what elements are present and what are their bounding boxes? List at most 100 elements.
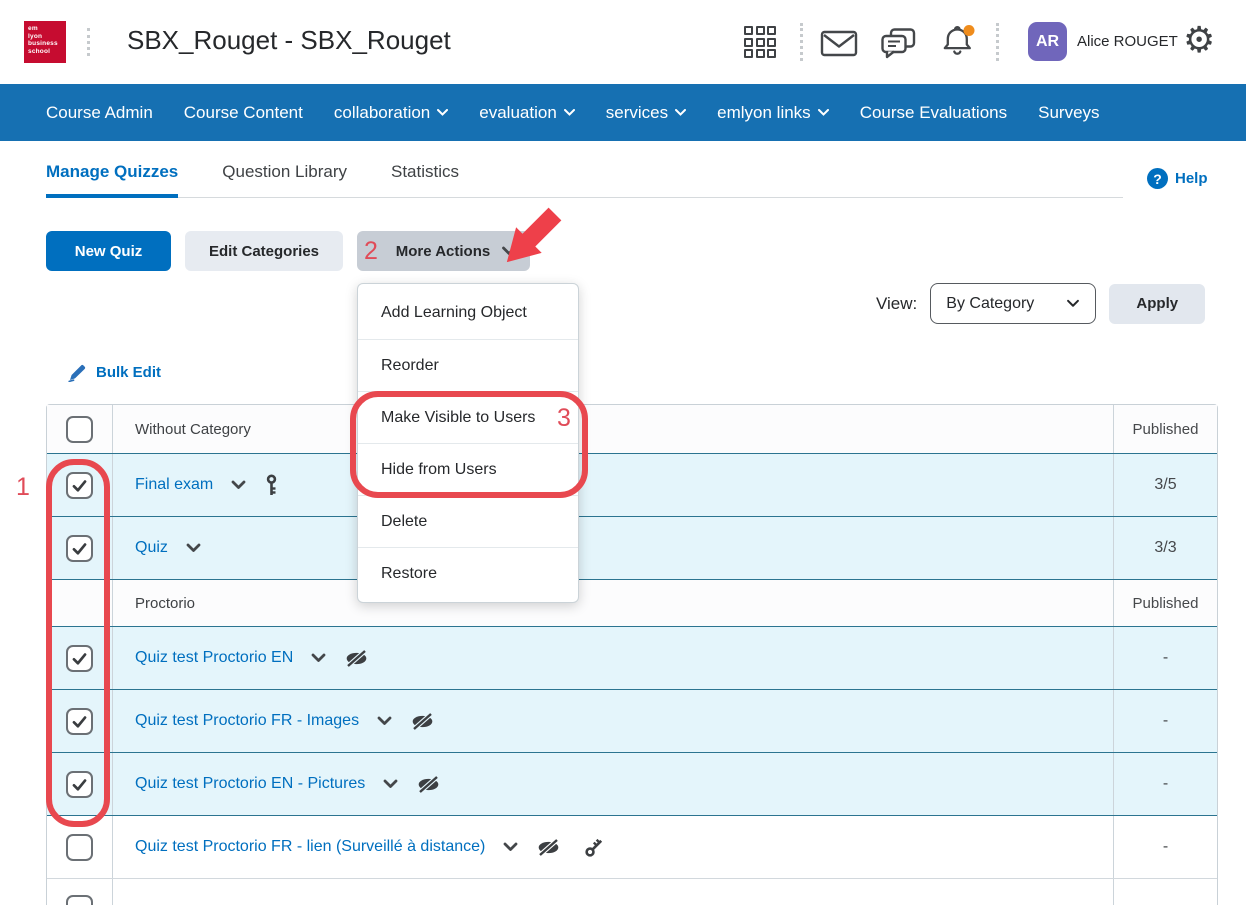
pencil-icon <box>68 363 87 382</box>
page-title: SBX_Rouget - SBX_Rouget <box>127 25 451 56</box>
quizzes-table: Without Category Published Final exam 3/… <box>46 404 1218 905</box>
nav-course-admin[interactable]: Course Admin <box>46 103 153 123</box>
tab-manage-quizzes[interactable]: Manage Quizzes <box>46 162 178 198</box>
annotation-number-2: 2 <box>364 237 378 266</box>
view-label: View: <box>876 294 917 314</box>
mail-icon[interactable] <box>820 29 858 63</box>
course-navbar: Course Admin Course Content collaboratio… <box>0 84 1246 141</box>
chevron-down-icon <box>437 109 448 116</box>
emlyon-logo[interactable]: em lyon business school <box>24 21 66 63</box>
user-name[interactable]: Alice ROUGET <box>1077 33 1178 50</box>
quiz-link[interactable]: Quiz test Proctorio EN <box>135 649 293 667</box>
eye-off-icon <box>410 712 435 731</box>
quiz-link[interactable]: Final exam <box>135 476 213 494</box>
nav-evaluation[interactable]: evaluation <box>479 103 575 123</box>
chevron-down-icon <box>1066 299 1080 308</box>
apps-grid-icon[interactable] <box>744 26 776 58</box>
row-checkbox[interactable] <box>66 771 93 798</box>
quiz-management-page: em lyon business school SBX_Rouget - SBX… <box>0 0 1246 905</box>
chevron-down-icon[interactable] <box>311 653 326 663</box>
menu-item-hide-from-users[interactable]: Hide from Users <box>358 443 578 495</box>
nav-emlyon-links[interactable]: emlyon links <box>717 103 829 123</box>
divider <box>996 23 999 61</box>
chevron-down-icon <box>818 109 829 116</box>
chevron-down-icon[interactable] <box>186 543 201 553</box>
published-header: Published <box>1113 405 1217 453</box>
settings-gear-icon[interactable]: ⚙ <box>1183 20 1215 60</box>
category-header: Without Category <box>113 405 1113 453</box>
edit-categories-button[interactable]: Edit Categories <box>185 231 343 271</box>
table-row: Quiz 3/3 <box>47 516 1217 579</box>
chevron-down-icon[interactable] <box>231 480 246 490</box>
chat-icon[interactable] <box>880 27 917 64</box>
table-section-row: Proctorio Published <box>47 579 1217 626</box>
menu-item-reorder[interactable]: Reorder <box>358 339 578 391</box>
new-quiz-button[interactable]: New Quiz <box>46 231 171 271</box>
nav-services[interactable]: services <box>606 103 686 123</box>
help-link[interactable]: ? Help <box>1147 168 1208 189</box>
quiz-link[interactable]: Quiz <box>135 539 168 557</box>
nav-course-content[interactable]: Course Content <box>184 103 303 123</box>
chevron-down-icon <box>564 109 575 116</box>
quiz-link[interactable]: Quiz test Proctorio FR - lien (Surveillé… <box>135 838 485 856</box>
nav-surveys[interactable]: Surveys <box>1038 103 1099 123</box>
published-count: - <box>1113 627 1217 689</box>
table-row <box>47 878 1217 905</box>
table-row: Quiz test Proctorio FR - lien (Surveillé… <box>47 815 1217 878</box>
logo-line: lyon <box>28 33 66 41</box>
tab-bar: Manage Quizzes Question Library Statisti… <box>46 141 1123 198</box>
published-count: - <box>1113 753 1217 815</box>
eye-off-icon <box>416 775 441 794</box>
row-checkbox[interactable] <box>66 472 93 499</box>
more-actions-menu: Add Learning Object Reorder Make Visible… <box>357 283 579 603</box>
annotation-number-1: 1 <box>16 473 30 502</box>
apply-button[interactable]: Apply <box>1109 284 1205 324</box>
notification-dot <box>964 25 975 36</box>
table-row: Final exam 3/5 <box>47 453 1217 516</box>
key-icon <box>579 831 612 864</box>
notifications-bell-icon[interactable] <box>939 24 976 64</box>
category-header: Proctorio <box>113 580 1113 626</box>
annotation-number-3: 3 <box>557 404 571 433</box>
chevron-down-icon[interactable] <box>503 842 518 852</box>
nav-course-evaluations[interactable]: Course Evaluations <box>860 103 1007 123</box>
select-all-checkbox[interactable] <box>66 416 93 443</box>
menu-item-add-learning-object[interactable]: Add Learning Object <box>358 287 578 339</box>
help-icon: ? <box>1147 168 1168 189</box>
quiz-link[interactable]: Quiz test Proctorio EN - Pictures <box>135 775 365 793</box>
chevron-down-icon <box>501 246 517 256</box>
published-header: Published <box>1113 580 1217 626</box>
nav-collaboration[interactable]: collaboration <box>334 103 448 123</box>
table-header-row: Without Category Published <box>47 405 1217 453</box>
quiz-toolbar: New Quiz Edit Categories More Actions <box>46 231 1246 271</box>
bulk-edit-link[interactable]: Bulk Edit <box>68 363 161 382</box>
row-checkbox[interactable] <box>66 834 93 861</box>
divider <box>87 28 90 56</box>
row-checkbox[interactable] <box>66 535 93 562</box>
tab-statistics[interactable]: Statistics <box>391 162 459 198</box>
row-checkbox[interactable] <box>66 895 93 905</box>
more-actions-button[interactable]: More Actions <box>357 231 530 271</box>
eye-off-icon <box>344 649 369 668</box>
row-checkbox[interactable] <box>66 645 93 672</box>
logo-line: business <box>28 40 66 48</box>
chevron-down-icon[interactable] <box>377 716 392 726</box>
logo-line: em <box>28 25 66 33</box>
published-count: - <box>1113 690 1217 752</box>
row-checkbox[interactable] <box>66 708 93 735</box>
view-category-select[interactable]: By Category <box>930 283 1096 324</box>
top-header: em lyon business school SBX_Rouget - SBX… <box>0 0 1246 84</box>
tab-question-library[interactable]: Question Library <box>222 162 347 198</box>
table-row: Quiz test Proctorio EN - <box>47 626 1217 689</box>
menu-item-make-visible-to-users[interactable]: Make Visible to Users <box>358 391 578 443</box>
menu-item-delete[interactable]: Delete <box>358 495 578 547</box>
chevron-down-icon <box>675 109 686 116</box>
eye-off-icon <box>536 838 561 857</box>
quiz-link[interactable]: Quiz test Proctorio FR - Images <box>135 712 359 730</box>
table-row: Quiz test Proctorio FR - Images - <box>47 689 1217 752</box>
avatar[interactable]: AR <box>1028 22 1067 61</box>
divider <box>800 23 803 61</box>
published-count: 3/3 <box>1113 517 1217 579</box>
menu-item-restore[interactable]: Restore <box>358 547 578 599</box>
chevron-down-icon[interactable] <box>383 779 398 789</box>
